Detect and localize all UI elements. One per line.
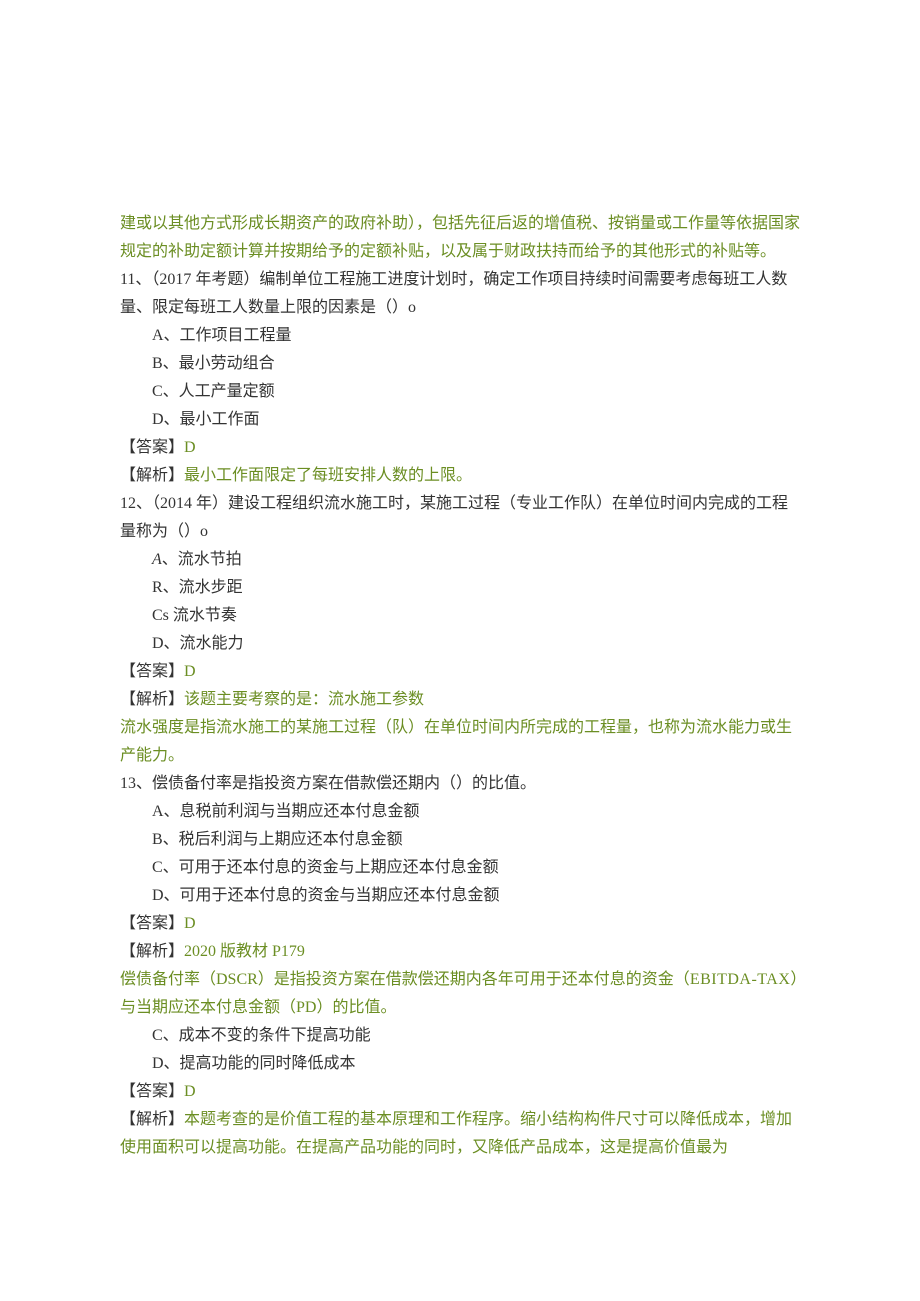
explanation-label: 【解析】: [120, 943, 184, 960]
answer-label: 【答案】: [120, 915, 184, 932]
q13-answer: 【答案】D: [120, 910, 800, 938]
explanation-label: 【解析】: [120, 691, 184, 708]
q12-explanation-2: 流水强度是指流水施工的某施工过程（队）在单位时间内所完成的工程量，也称为流水能力…: [120, 714, 800, 770]
answer-label: 【答案】: [120, 663, 184, 680]
q12-options: A、流水节拍 R、流水步距 Cs 流水节奏 D、流水能力: [120, 546, 800, 658]
q13-exp2-a: 偿债备付率（DSCR）是指投资方案在借款偿还期内各年可用于还本付息的资金（: [120, 971, 690, 988]
q13-explanation-2: 偿债备付率（DSCR）是指投资方案在借款偿还期内各年可用于还本付息的资金（EBI…: [120, 966, 800, 1022]
answer-value: D: [184, 663, 196, 680]
q13-option-d: D、可用于还本付息的资金与当期应还本付息金额: [152, 882, 800, 910]
q14-option-d: D、提高功能的同时降低成本: [152, 1050, 800, 1078]
answer-label: 【答案】: [120, 439, 184, 456]
q13-stem: 13、偿债备付率是指投资方案在借款偿还期内（）的比值。: [120, 770, 800, 798]
q12-option-a-text: 、流水节拍: [162, 551, 242, 568]
q13-option-a: A、息税前利润与当期应还本付息金额: [152, 798, 800, 826]
explanation-label: 【解析】: [120, 467, 184, 484]
q11-option-c: C、人工产量定额: [152, 378, 800, 406]
explanation-body: 最小工作面限定了每班安排人数的上限。: [184, 467, 472, 484]
q12-option-a: A、流水节拍: [152, 546, 800, 574]
option-letter-a: A: [152, 551, 162, 568]
explanation-body: 该题主要考察的是：流水施工参数: [184, 691, 424, 708]
answer-label: 【答案】: [120, 1083, 184, 1100]
q13-option-b: B、税后利润与上期应还本付息金额: [152, 826, 800, 854]
explanation-body: 本题考查的是价值工程的基本原理和工作程序。缩小结构构件尺寸可以降低成本，增加使用…: [120, 1111, 792, 1156]
q13-explanation-1: 【解析】2020 版教材 P179: [120, 938, 800, 966]
intro-text: 建或以其他方式形成长期资产的政府补助），包括先征后返的增值税、按销量或工作量等依…: [120, 210, 800, 266]
explanation-label: 【解析】: [120, 1111, 184, 1128]
answer-value: D: [184, 439, 196, 456]
q14-explanation: 【解析】本题考查的是价值工程的基本原理和工作程序。缩小结构构件尺寸可以降低成本，…: [120, 1106, 800, 1162]
q12-option-b: R、流水步距: [152, 574, 800, 602]
q13-options: A、息税前利润与当期应还本付息金额 B、税后利润与上期应还本付息金额 C、可用于…: [120, 798, 800, 910]
q13-exp2-b: EBITDA-TAX: [690, 971, 791, 988]
q14-option-c: C、成本不变的条件下提高功能: [152, 1022, 800, 1050]
q11-option-d: D、最小工作面: [152, 406, 800, 434]
q12-answer: 【答案】D: [120, 658, 800, 686]
q13-option-c: C、可用于还本付息的资金与上期应还本付息金额: [152, 854, 800, 882]
answer-value: D: [184, 1083, 196, 1100]
q12-option-d: D、流水能力: [152, 630, 800, 658]
answer-value: D: [184, 915, 196, 932]
q11-options: A、工作项目工程量 B、最小劳动组合 C、人工产量定额 D、最小工作面: [120, 322, 800, 434]
q12-stem: 12、（2014 年）建设工程组织流水施工时，某施工过程（专业工作队）在单位时间…: [120, 490, 800, 546]
q11-option-a: A、工作项目工程量: [152, 322, 800, 350]
explanation-body: 2020 版教材 P179: [184, 943, 305, 960]
q11-stem: 11、（2017 年考题）编制单位工程施工进度计划时，确定工作项目持续时间需要考…: [120, 266, 800, 322]
q12-explanation-1: 【解析】该题主要考察的是：流水施工参数: [120, 686, 800, 714]
q14-options: C、成本不变的条件下提高功能 D、提高功能的同时降低成本: [120, 1022, 800, 1078]
q11-option-b: B、最小劳动组合: [152, 350, 800, 378]
q12-option-c: Cs 流水节奏: [152, 602, 800, 630]
q11-explanation: 【解析】最小工作面限定了每班安排人数的上限。: [120, 462, 800, 490]
q14-answer: 【答案】D: [120, 1078, 800, 1106]
q11-answer: 【答案】D: [120, 434, 800, 462]
